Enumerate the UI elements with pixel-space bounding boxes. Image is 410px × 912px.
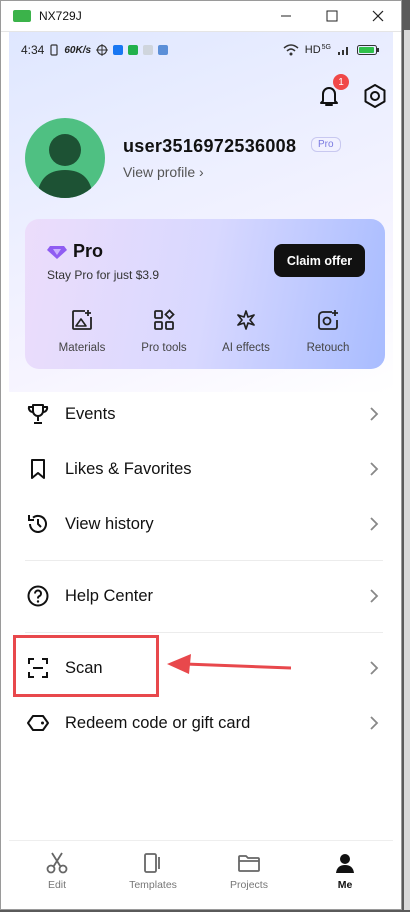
status-time: 4:34 <box>21 43 45 57</box>
view-profile-link[interactable]: View profile › <box>123 164 204 180</box>
app-notification-icon <box>143 45 154 55</box>
feature-pro-tools[interactable]: Pro tools <box>124 309 204 354</box>
wechat-icon <box>128 45 139 55</box>
feature-ai-effects[interactable]: AI effects <box>206 309 286 354</box>
help-circle-icon <box>27 585 49 607</box>
menu-item-events-label: Events <box>65 404 116 423</box>
menu-item-history-label: View history <box>65 514 154 533</box>
menu-item-redeem-label: Redeem code or gift card <box>65 713 251 732</box>
feature-retouch-label: Retouch <box>306 342 350 354</box>
bottom-tab-bar: Edit Templates Projects Me <box>9 840 393 902</box>
scissors-icon <box>46 852 68 874</box>
tab-projects-label: Projects <box>230 879 268 891</box>
menu-item-help-label: Help Center <box>65 586 154 605</box>
vibrate-icon <box>50 44 58 56</box>
facebook-icon <box>113 45 124 55</box>
minimize-icon <box>281 15 291 17</box>
claim-offer-button[interactable]: Claim offer <box>274 244 365 277</box>
menu-item-help-center[interactable]: Help Center <box>9 569 393 623</box>
minimize-button[interactable] <box>263 1 309 31</box>
network-label: HD <box>304 44 321 56</box>
default-avatar-icon <box>37 134 93 198</box>
folder-icon <box>238 855 260 872</box>
tab-me-label: Me <box>337 879 353 891</box>
window-title: NX729J <box>39 9 82 23</box>
maximize-button[interactable] <box>309 1 355 31</box>
retouch-icon <box>318 310 338 330</box>
weather-icon <box>158 45 169 55</box>
templates-icon <box>144 853 160 873</box>
close-icon <box>372 10 384 22</box>
feature-ai-effects-label: AI effects <box>222 342 270 354</box>
menu-item-redeem[interactable]: Redeem code or gift card <box>9 696 393 750</box>
grid-tools-icon <box>154 309 175 330</box>
crosshair-icon <box>96 44 109 56</box>
sparkle-icon <box>237 310 255 330</box>
close-button[interactable] <box>355 1 401 31</box>
chevron-right-icon <box>370 407 379 421</box>
signal-icon <box>338 47 348 55</box>
username: user3516972536008 <box>123 136 297 156</box>
pro-promo-card: Pro Stay Pro for just $3.9 Claim offer M… <box>25 219 385 369</box>
avatar[interactable] <box>25 118 105 198</box>
network-sub-label: 5G <box>321 43 331 51</box>
pro-card-subtitle: Stay Pro for just $3.9 <box>47 268 160 282</box>
gift-tag-icon <box>27 715 49 731</box>
feature-materials[interactable]: Materials <box>42 309 122 354</box>
status-bar: 4:34 60K/s HD 5G <box>9 32 393 68</box>
pro-tier-badge: Pro <box>311 137 341 152</box>
scan-highlight-box <box>13 635 159 697</box>
menu-item-likes-label: Likes & Favorites <box>65 459 192 478</box>
background-desktop-right <box>404 30 410 910</box>
phone-screen: 4:34 60K/s HD 5G 1 user3516972536008 Pro… <box>9 32 393 902</box>
wifi-icon <box>283 44 299 56</box>
chevron-right-icon <box>370 661 379 675</box>
battery-icon <box>357 45 379 55</box>
person-icon <box>336 854 354 873</box>
notification-badge: 1 <box>333 74 349 90</box>
tab-edit[interactable]: Edit <box>9 841 105 902</box>
menu-item-likes-favorites[interactable]: Likes & Favorites <box>9 442 393 496</box>
chevron-right-icon <box>370 517 379 531</box>
tab-me[interactable]: Me <box>297 841 393 902</box>
status-speed: 60K/s <box>64 44 92 56</box>
feature-pro-tools-label: Pro tools <box>141 342 187 354</box>
pro-card-heading: Pro <box>47 241 103 262</box>
menu-item-events[interactable]: Events <box>9 387 393 441</box>
tab-templates[interactable]: Templates <box>105 841 201 902</box>
app-logo-icon <box>13 10 31 22</box>
pro-card-title: Pro <box>73 241 104 261</box>
window-titlebar: NX729J <box>1 1 401 32</box>
history-clock-icon <box>28 514 47 533</box>
chevron-right-icon <box>370 462 379 476</box>
menu-item-view-history[interactable]: View history <box>9 497 393 551</box>
image-plus-icon <box>72 310 92 330</box>
feature-retouch[interactable]: Retouch <box>288 309 368 354</box>
maximize-icon <box>326 10 338 22</box>
bookmark-icon <box>31 459 45 479</box>
annotation-arrow-icon <box>167 654 291 674</box>
settings-gear-icon[interactable] <box>361 82 389 110</box>
menu-divider <box>25 632 383 633</box>
trophy-icon <box>27 404 49 424</box>
diamond-icon <box>47 245 67 259</box>
menu-divider <box>25 560 383 561</box>
tab-edit-label: Edit <box>47 879 67 891</box>
tab-templates-label: Templates <box>129 879 177 891</box>
chevron-right-icon <box>370 589 379 603</box>
tab-projects[interactable]: Projects <box>201 841 297 902</box>
emulator-window: NX729J 4:34 60K/s HD 5G 1 user3516972536… <box>0 0 402 910</box>
chevron-right-icon <box>370 716 379 730</box>
feature-materials-label: Materials <box>58 342 106 354</box>
